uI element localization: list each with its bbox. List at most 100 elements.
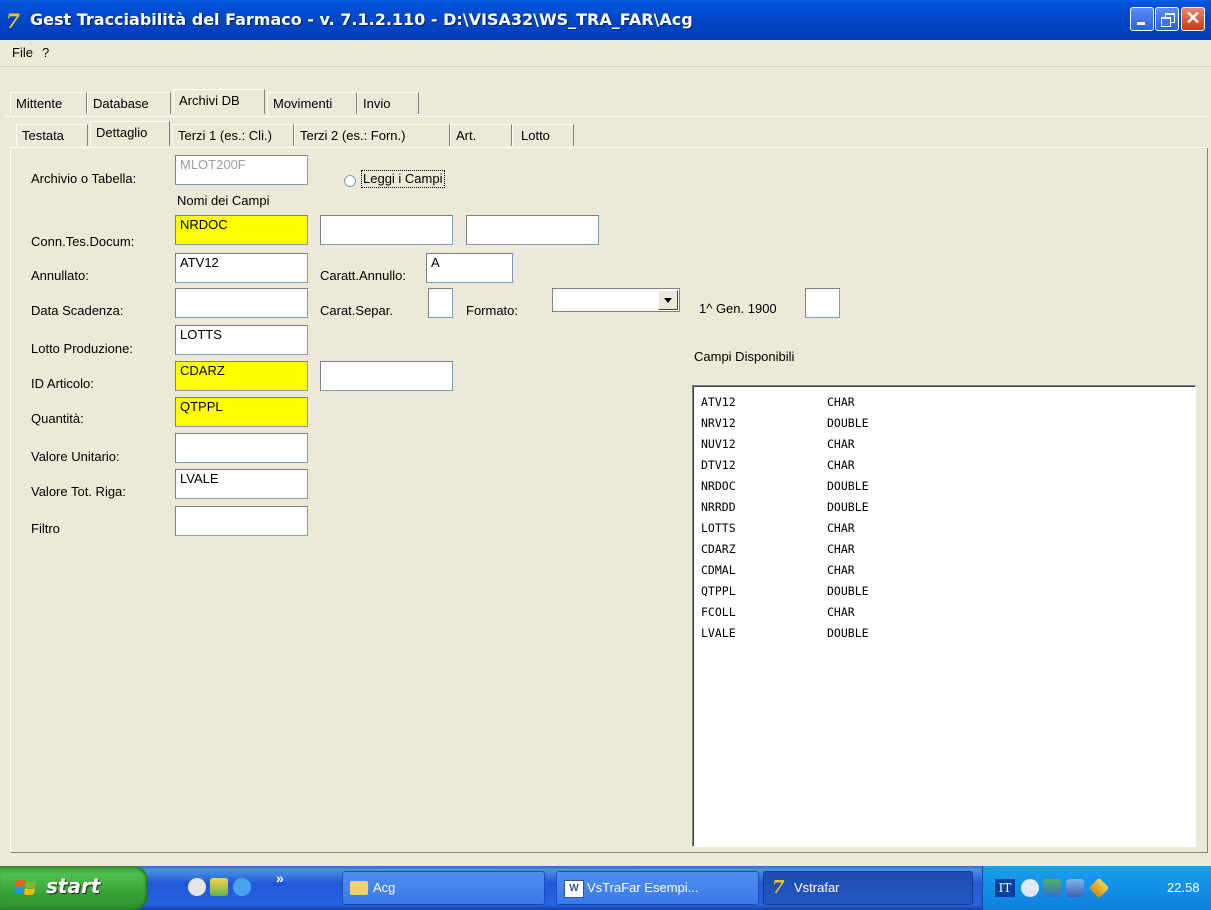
valore-unitario-label: Valore Unitario: — [31, 449, 120, 464]
conn-field-2[interactable] — [320, 215, 453, 245]
field-type: DOUBLE — [827, 500, 869, 514]
tab-dettaglio[interactable]: Dettaglio — [90, 121, 170, 146]
valore-unitario-field[interactable] — [175, 433, 308, 463]
back-arrow-icon[interactable] — [1021, 879, 1039, 897]
language-indicator[interactable]: IT — [995, 879, 1015, 897]
menu-help[interactable]: ? — [42, 45, 49, 61]
field-type: CHAR — [827, 563, 855, 577]
field-name: ATV12 — [701, 395, 736, 409]
nomi-campi-label: Nomi dei Campi — [177, 193, 270, 208]
field-name: CDMAL — [701, 563, 736, 577]
conn-field[interactable]: NRDOC — [175, 215, 308, 245]
leggi-campi-radio[interactable] — [344, 175, 356, 187]
window-title: Gest Tracciabilità del Farmaco - v. 7.1.… — [30, 10, 693, 29]
valore-tot-field[interactable]: LVALE — [175, 469, 308, 499]
tab-art[interactable]: Art. — [450, 124, 512, 146]
data-scadenza-field[interactable] — [175, 288, 308, 318]
leggi-campi-label[interactable]: Leggi i Campi — [361, 170, 445, 188]
display-icon[interactable] — [1066, 879, 1084, 897]
formato-dropdown[interactable] — [552, 288, 680, 312]
valore-tot-label: Valore Tot. Riga: — [31, 484, 126, 499]
menu-bar — [0, 40, 1211, 67]
filtro-field[interactable] — [175, 506, 308, 536]
field-name: DTV12 — [701, 458, 736, 472]
word-document-icon: W — [564, 880, 584, 898]
field-type: CHAR — [827, 437, 855, 451]
tab-mittente[interactable]: Mittente — [10, 92, 87, 114]
archivio-field[interactable]: MLOT200F — [175, 155, 308, 185]
field-type: DOUBLE — [827, 584, 869, 598]
quantita-label: Quantità: — [31, 411, 84, 426]
caratt-annullo-label: Caratt.Annullo: — [320, 268, 406, 283]
tab-lotto[interactable]: Lotto — [512, 124, 574, 146]
id-articolo-field-2[interactable] — [320, 361, 453, 391]
field-name: CDARZ — [701, 542, 736, 556]
menu-file[interactable]: File — [12, 45, 33, 61]
close-button[interactable]: ✕ — [1181, 7, 1205, 31]
lotto-label: Lotto Produzione: — [31, 341, 133, 356]
network-icon[interactable] — [1043, 879, 1061, 897]
id-articolo-label: ID Articolo: — [31, 376, 94, 391]
taskbar-button-vstrafar-esempi[interactable]: W VsTraFar Esempi... — [556, 871, 759, 905]
field-name: NRV12 — [701, 416, 736, 430]
close-icon: ✕ — [1185, 8, 1201, 28]
taskbar-button-vstrafar[interactable]: 7 Vstrafar — [763, 871, 973, 905]
archivio-label: Archivio o Tabella: — [31, 171, 137, 186]
conn-label: Conn.Tes.Docum: — [31, 234, 135, 249]
carat-separ-field[interactable] — [428, 288, 453, 318]
data-scadenza-label: Data Scadenza: — [31, 303, 124, 318]
quantita-field[interactable]: QTPPL — [175, 397, 308, 427]
field-type: DOUBLE — [827, 416, 869, 430]
taskbar-button-label: VsTraFar Esempi... — [587, 880, 699, 895]
tab-archivi-db[interactable]: Archivi DB — [173, 89, 265, 114]
tab-database[interactable]: Database — [87, 92, 171, 114]
clock: 22.58 — [1167, 880, 1200, 895]
tab-testata[interactable]: Testata — [16, 124, 88, 146]
restore-button[interactable] — [1155, 7, 1179, 31]
tab-movimenti[interactable]: Movimenti — [267, 92, 357, 114]
app-icon: 7 — [772, 877, 785, 898]
field-name: LVALE — [701, 626, 736, 640]
chevron-down-icon — [664, 298, 672, 303]
gen1900-label: 1^ Gen. 1900 — [699, 301, 777, 316]
tab-terzi2[interactable]: Terzi 2 (es.: Forn.) — [294, 124, 450, 146]
taskbar-button-label: Vstrafar — [794, 880, 840, 895]
gen1900-field[interactable] — [805, 288, 840, 318]
lotto-field[interactable]: LOTTS — [175, 325, 308, 355]
minimize-icon — [1137, 22, 1145, 25]
dropdown-button[interactable] — [658, 290, 678, 310]
tab-terzi1[interactable]: Terzi 1 (es.: Cli.) — [172, 124, 294, 146]
tab-invio[interactable]: Invio — [357, 92, 419, 114]
taskbar-button-acg[interactable]: Acg — [342, 871, 545, 905]
quicklaunch-chevron-icon[interactable]: » — [276, 870, 284, 886]
annullato-field[interactable]: ATV12 — [175, 253, 308, 283]
field-type: CHAR — [827, 542, 855, 556]
field-type: DOUBLE — [827, 479, 869, 493]
internet-explorer-icon[interactable] — [233, 878, 251, 896]
taskbar-button-label: Acg — [373, 880, 396, 895]
carat-separ-label: Carat.Separ. — [320, 303, 393, 318]
app-icon: 7 — [6, 9, 20, 33]
field-name: LOTTS — [701, 521, 736, 535]
field-type: CHAR — [827, 605, 855, 619]
folder-icon — [350, 881, 368, 895]
annullato-label: Annullato: — [31, 268, 89, 283]
caratt-annullo-field[interactable]: A — [426, 253, 513, 283]
id-articolo-field[interactable]: CDARZ — [175, 361, 308, 391]
field-name: NUV12 — [701, 437, 736, 451]
field-type: CHAR — [827, 395, 855, 409]
conn-field-3[interactable] — [466, 215, 599, 245]
outlook-express-icon[interactable] — [188, 878, 206, 896]
windows-flag-icon — [14, 880, 36, 895]
minimize-button[interactable] — [1130, 7, 1154, 31]
field-type: CHAR — [827, 521, 855, 535]
filtro-label: Filtro — [31, 521, 60, 536]
start-label: start — [46, 874, 101, 898]
field-name: FCOLL — [701, 605, 736, 619]
field-type: DOUBLE — [827, 626, 869, 640]
campi-list[interactable]: ATV12 CHAR NRV12 DOUBLE NUV12 CHAR DTV12 CHAR NR… — [692, 385, 1196, 847]
field-name: NRDOC — [701, 479, 736, 493]
field-name: NRRDD — [701, 500, 736, 514]
media-icon[interactable] — [210, 878, 228, 896]
campi-disponibili-label: Campi Disponibili — [694, 349, 795, 364]
